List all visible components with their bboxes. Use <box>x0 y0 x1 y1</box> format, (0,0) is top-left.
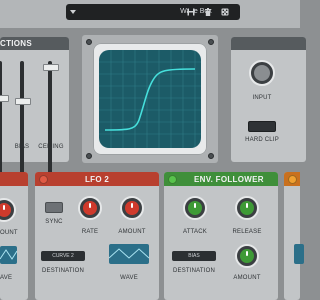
lfo2-sync-button[interactable] <box>45 202 63 213</box>
ceiling-label: CEILING <box>38 144 64 150</box>
lfo2-sync-label: SYNC <box>45 219 63 225</box>
screw-icon <box>86 153 92 159</box>
env-amount-label: AMOUNT <box>233 275 261 281</box>
scope-bezel <box>93 43 207 155</box>
transfer-curve-display <box>99 50 201 148</box>
preset-toolbar: Wave Box <box>0 0 300 28</box>
lfo2-panel: LFO 2 SYNC RATE AMOUNT CURVE 2 DESTINATI… <box>35 172 159 300</box>
lfo2-amount-label: AMOUNT <box>118 229 146 235</box>
bias-slider-thumb[interactable] <box>15 98 31 105</box>
lfo1-wave-label: AVE <box>0 275 13 281</box>
env-amount-knob[interactable] <box>235 244 259 268</box>
lfo2-power-led[interactable] <box>39 175 48 184</box>
screw-icon <box>208 39 214 45</box>
hard-clip-label: HARD CLIP <box>245 137 279 143</box>
env-release-label: RELEASE <box>232 229 262 235</box>
lfo1-amount-knob[interactable] <box>0 198 16 222</box>
lfo2-destination-label: DESTINATION <box>41 268 85 274</box>
lfo1-wave-display[interactable] <box>0 246 17 264</box>
partial-panel-header <box>284 172 300 186</box>
partial-power-led[interactable] <box>288 175 297 184</box>
functions-title: CTIONS <box>0 39 33 48</box>
functions-panel: CTIONS BIAS CEILING <box>0 37 69 174</box>
lfo2-wave-label: WAVE <box>120 275 138 281</box>
env-attack-knob[interactable] <box>183 196 207 220</box>
lfo1-header <box>0 172 28 186</box>
input-label: INPUT <box>252 95 272 101</box>
transfer-curve-graph <box>99 50 201 148</box>
lfo2-destination-select[interactable]: CURVE 2 <box>41 251 85 261</box>
save-icon[interactable] <box>187 8 195 16</box>
bias-label: BIAS <box>14 144 30 150</box>
env-destination-label: DESTINATION <box>172 268 216 274</box>
lfo2-wave-display[interactable] <box>109 244 149 264</box>
functions-header: CTIONS <box>0 37 69 50</box>
lfo1-panel: OUNT AVE <box>0 172 28 300</box>
slider-track-left[interactable] <box>0 61 2 174</box>
env-follower-panel: ENV. FOLLOWER ATTACK RELEASE BIAS DESTIN… <box>164 172 278 300</box>
lfo2-rate-knob[interactable] <box>78 196 102 220</box>
lfo1-amount-label: OUNT <box>0 230 18 236</box>
env-power-led[interactable] <box>168 175 177 184</box>
screw-icon <box>86 39 92 45</box>
lfo2-header: LFO 2 <box>35 172 159 186</box>
ceiling-slider-thumb[interactable] <box>43 64 59 71</box>
output-header <box>231 37 306 50</box>
env-attack-label: ATTACK <box>183 229 207 235</box>
bias-slider-track[interactable] <box>20 61 24 174</box>
trash-icon[interactable] <box>204 8 212 16</box>
env-follower-title: ENV. FOLLOWER <box>194 175 264 184</box>
output-panel: INPUT HARD CLIP <box>231 37 306 162</box>
chevron-down-icon[interactable] <box>70 10 76 14</box>
partial-wave-display[interactable] <box>294 244 304 264</box>
lfo2-amount-knob[interactable] <box>120 196 144 220</box>
partial-panel-right <box>284 172 304 300</box>
preset-selector[interactable]: Wave Box <box>66 4 240 20</box>
input-knob[interactable] <box>249 60 275 86</box>
env-release-knob[interactable] <box>235 196 259 220</box>
dice-icon[interactable] <box>221 8 229 16</box>
env-follower-header: ENV. FOLLOWER <box>164 172 278 186</box>
scope-panel <box>82 35 218 163</box>
slider-thumb-left[interactable] <box>0 95 9 102</box>
hard-clip-button[interactable] <box>248 121 276 132</box>
screw-icon <box>208 153 214 159</box>
lfo2-title: LFO 2 <box>85 175 110 184</box>
ceiling-slider-track[interactable] <box>48 61 52 174</box>
env-destination-select[interactable]: BIAS <box>172 251 216 261</box>
lfo2-rate-label: RATE <box>81 229 99 235</box>
